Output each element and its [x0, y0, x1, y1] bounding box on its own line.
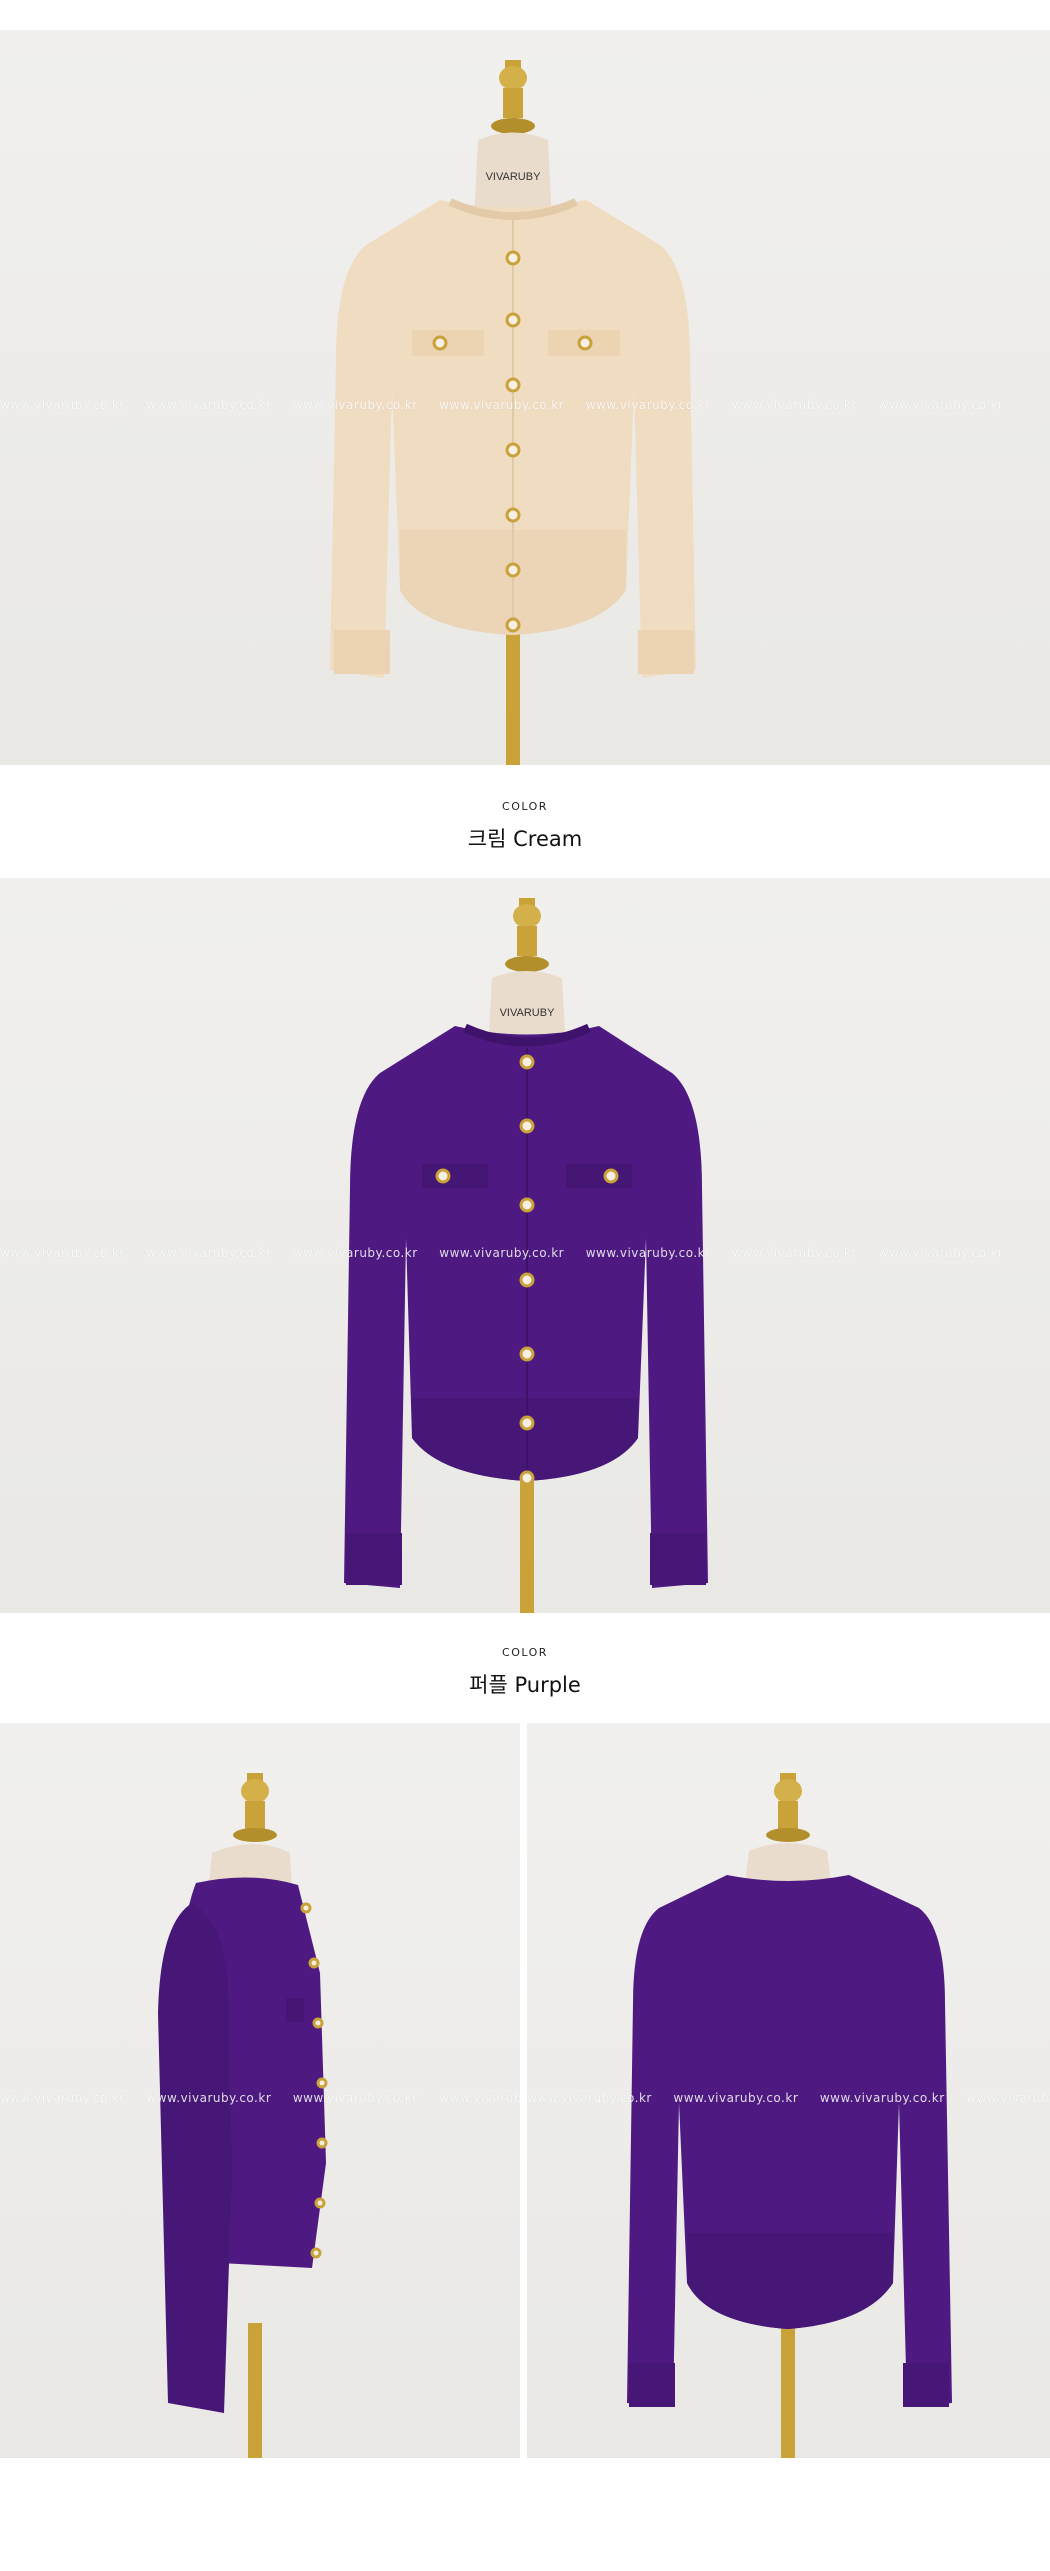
watermark-strip-4: www.vivaruby.co.kr www.vivaruby.co.kr ww… — [527, 2091, 1050, 2105]
brand-tag-cream: VIVARUBY — [486, 171, 541, 183]
cream-cardigan-photo: VIVARUBY www.vivaruby.co.kr www.vivaruby… — [0, 30, 1050, 765]
watermark-strip-3: www.vivaruby.co.kr www.vivaruby.co.kr ww… — [0, 2091, 520, 2105]
watermark-strip-2: www.vivaruby.co.kr www.vivaruby.co.kr ww… — [0, 1246, 1004, 1260]
color-name: 크림 Cream — [467, 827, 583, 851]
color-name: 퍼플 Purple — [469, 1673, 581, 1697]
purple-cardigan-back-photo: www.vivaruby.co.kr www.vivaruby.co.kr ww… — [527, 1723, 1050, 2458]
color-label: COLOR — [502, 800, 548, 813]
purple-cardigan-side-photo: www.vivaruby.co.kr www.vivaruby.co.kr ww… — [0, 1723, 520, 2458]
watermark-strip-1: www.vivaruby.co.kr www.vivaruby.co.kr ww… — [0, 398, 1004, 412]
color-caption-purple: COLOR 퍼플 Purple — [0, 1646, 1050, 1699]
brand-tag-purple: VIVARUBY — [500, 1007, 555, 1019]
color-label: COLOR — [502, 1646, 548, 1659]
color-caption-cream: COLOR 크림 Cream — [0, 800, 1050, 853]
purple-cardigan-front-photo: VIVARUBY www.vivaruby.co.kr www.vivaruby… — [0, 878, 1050, 1613]
